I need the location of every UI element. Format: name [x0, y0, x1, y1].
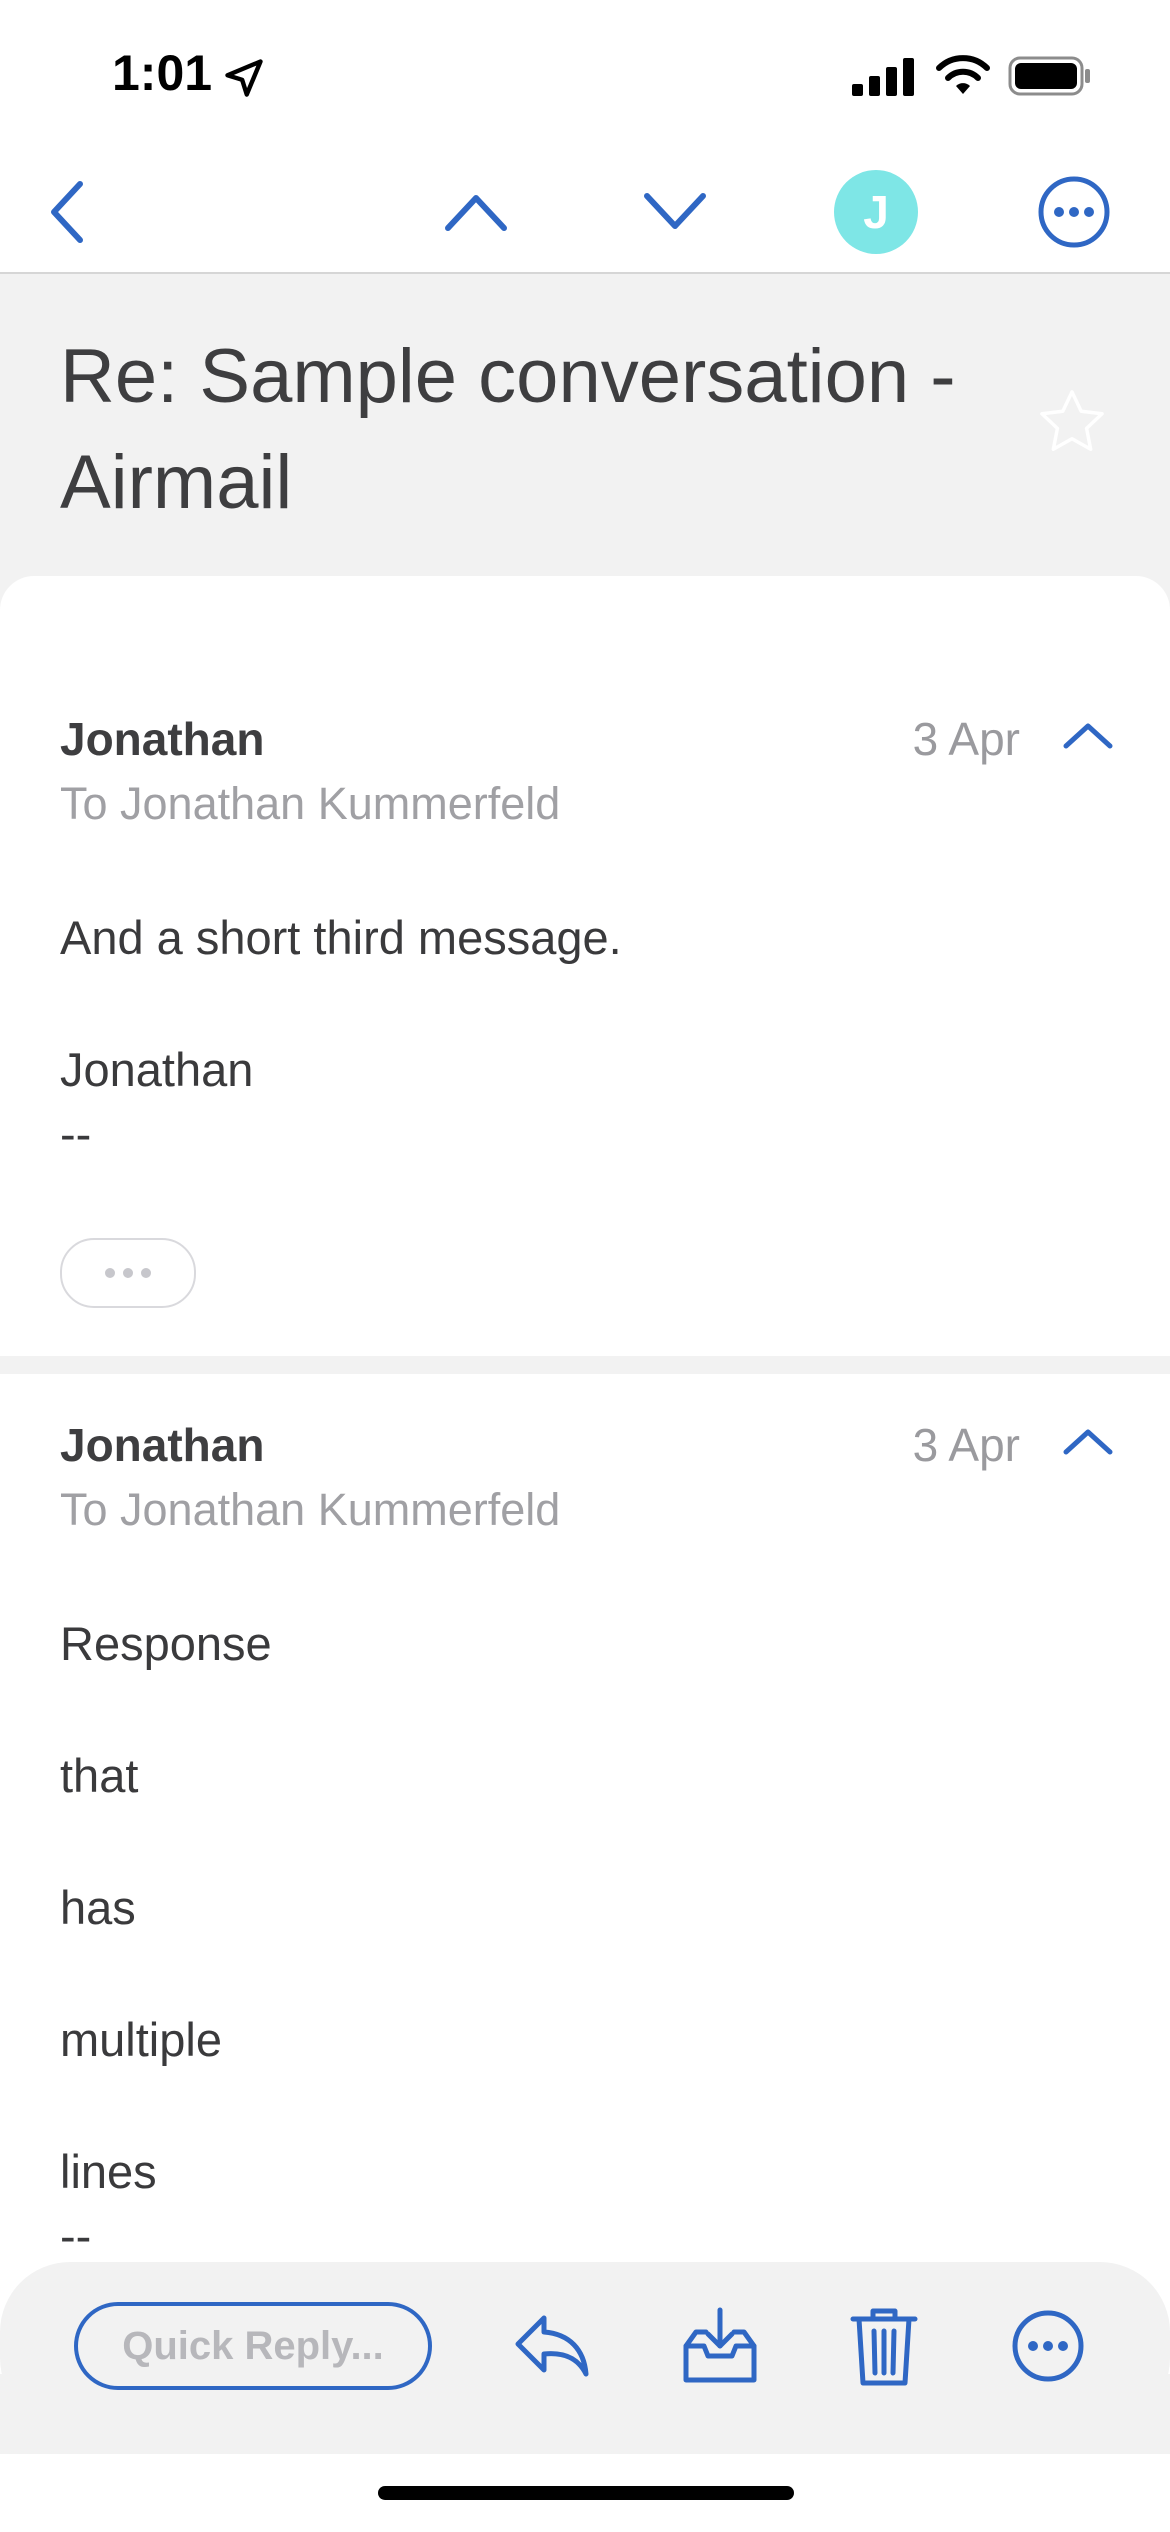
subject-header: Re: Sample conversation - Airmail — [0, 274, 1170, 576]
trash-button[interactable] — [838, 2300, 930, 2392]
nav-bar: J — [0, 150, 1170, 274]
down-chevron-icon — [644, 193, 706, 229]
message-date: 3 Apr — [912, 713, 1020, 765]
reply-button[interactable] — [506, 2300, 598, 2392]
home-indicator[interactable] — [378, 2486, 794, 2500]
location-arrow-icon — [225, 59, 263, 97]
status-time: 1:01 — [112, 45, 213, 101]
message-body-line: -- — [60, 2209, 92, 2262]
message-date: 3 Apr — [912, 1419, 1020, 1471]
up-chevron-icon — [445, 195, 507, 231]
cellular-signal-icon — [852, 58, 914, 96]
more-icon — [1012, 2310, 1084, 2382]
wifi-icon — [936, 55, 990, 94]
email-subject: Re: Sample conversation - Airmail — [60, 334, 956, 525]
trash-icon — [850, 2308, 918, 2386]
ellipsis-icon — [105, 1268, 151, 1278]
message-body-line: lines — [60, 2145, 157, 2198]
status-bar: 1:01 — [0, 0, 1170, 150]
message-card: Jonathan To Jonathan Kummerfeld 3 Apr An… — [0, 576, 1170, 1356]
archive-icon — [683, 2307, 757, 2383]
quick-reply-input[interactable]: Quick Reply... — [74, 2302, 432, 2390]
recipient-line: To Jonathan Kummerfeld — [60, 1484, 561, 1535]
more-options-button[interactable] — [1034, 172, 1114, 252]
back-chevron-icon — [51, 181, 83, 243]
next-message-button[interactable] — [635, 172, 715, 252]
message-body-line: that — [60, 1749, 139, 1802]
toolbar-more-button[interactable] — [1002, 2300, 1094, 2392]
previous-message-button[interactable] — [436, 172, 516, 252]
bottom-toolbar: Quick Reply... — [0, 2262, 1170, 2428]
sender-name: Jonathan — [60, 1419, 265, 1471]
email-view: 1:01 J Re: Sample conversation - Airmail… — [0, 0, 1170, 2532]
message-body-line: -- — [60, 1107, 92, 1160]
message-card: Jonathan To Jonathan Kummerfeld 3 Apr Re… — [0, 1374, 1170, 2374]
back-button[interactable] — [28, 172, 108, 252]
collapse-icon[interactable] — [1060, 1422, 1116, 1462]
message-body-line: Response — [60, 1617, 272, 1670]
show-quoted-button[interactable] — [60, 1238, 196, 1308]
message-body-line: And a short third message. — [60, 911, 622, 964]
collapse-icon[interactable] — [1060, 716, 1116, 756]
battery-icon — [1008, 56, 1090, 96]
message-body-line: has — [60, 1881, 136, 1934]
recipient-line: To Jonathan Kummerfeld — [60, 778, 561, 829]
reply-icon — [515, 2315, 589, 2377]
more-icon — [1038, 176, 1110, 248]
sender-name: Jonathan — [60, 713, 265, 765]
avatar[interactable]: J — [834, 170, 918, 254]
message-body-line: multiple — [60, 2013, 222, 2066]
archive-button[interactable] — [674, 2300, 766, 2392]
message-body-line: Jonathan — [60, 1043, 254, 1096]
star-icon[interactable] — [1034, 384, 1110, 460]
